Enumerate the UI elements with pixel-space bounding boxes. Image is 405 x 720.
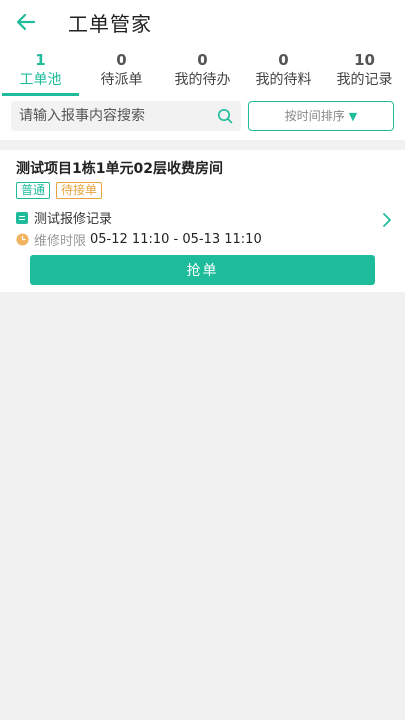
search-input[interactable] bbox=[11, 101, 211, 131]
tab-label: 工单池 bbox=[19, 72, 62, 88]
tab-order-pool[interactable]: 1 工单池 bbox=[0, 50, 81, 96]
top-panel: 工单管家 1 工单池 0 待派单 0 我的待办 0 我的待料 10 我的记录 请… bbox=[0, 0, 405, 140]
priority-badge: 普通 bbox=[16, 182, 51, 199]
caret-down-icon: ▼ bbox=[348, 110, 358, 123]
time-limit-label: 维修时限 bbox=[34, 234, 87, 249]
status-badge: 待接单 bbox=[56, 182, 103, 199]
tab-label: 我的记录 bbox=[336, 72, 393, 88]
sort-label: 按时间排序 bbox=[284, 109, 345, 123]
tab-count: 1 bbox=[35, 51, 46, 69]
tab-my-todo[interactable]: 0 我的待办 bbox=[162, 50, 243, 94]
clock-icon bbox=[16, 233, 29, 246]
tab-my-records[interactable]: 10 我的记录 bbox=[324, 50, 405, 94]
tab-count: 0 bbox=[197, 51, 208, 69]
sort-by-time-button[interactable]: 按时间排序 ▼ bbox=[248, 101, 394, 131]
work-order-card[interactable]: 测试项目1栋1单元02层收费房间 普通 待接单 测试报修记录 维修时限 05-1… bbox=[0, 150, 405, 292]
search-box bbox=[11, 101, 241, 131]
tab-my-materials[interactable]: 0 我的待料 bbox=[243, 50, 324, 94]
tab-to-dispatch[interactable]: 0 待派单 bbox=[81, 50, 162, 94]
tab-count: 0 bbox=[278, 51, 289, 69]
order-tags: 普通 待接单 bbox=[16, 182, 103, 199]
tab-bar: 1 工单池 0 待派单 0 我的待办 0 我的待料 10 我的记录 bbox=[0, 50, 405, 96]
time-limit-line: 维修时限 05-12 11:10 - 05-13 11:10 bbox=[16, 230, 262, 249]
tab-count: 10 bbox=[354, 51, 375, 69]
record-line: 测试报修记录 bbox=[16, 208, 112, 227]
record-label: 测试报修记录 bbox=[34, 212, 113, 227]
tab-label: 我的待办 bbox=[174, 72, 231, 88]
order-title: 测试项目1栋1单元02层收费房间 bbox=[16, 161, 223, 177]
tab-count: 0 bbox=[116, 51, 127, 69]
chevron-right-icon[interactable] bbox=[381, 212, 393, 228]
arrow-left-icon[interactable] bbox=[14, 10, 38, 34]
time-limit-value: 05-12 11:10 - 05-13 11:10 bbox=[90, 232, 262, 247]
tab-label: 我的待料 bbox=[255, 72, 312, 88]
grab-order-button[interactable]: 抢单 bbox=[30, 255, 375, 285]
page-title: 工单管家 bbox=[68, 12, 152, 36]
header: 工单管家 bbox=[0, 0, 405, 44]
tab-label: 待派单 bbox=[100, 72, 143, 88]
document-icon bbox=[16, 211, 28, 224]
search-icon[interactable] bbox=[217, 108, 233, 124]
